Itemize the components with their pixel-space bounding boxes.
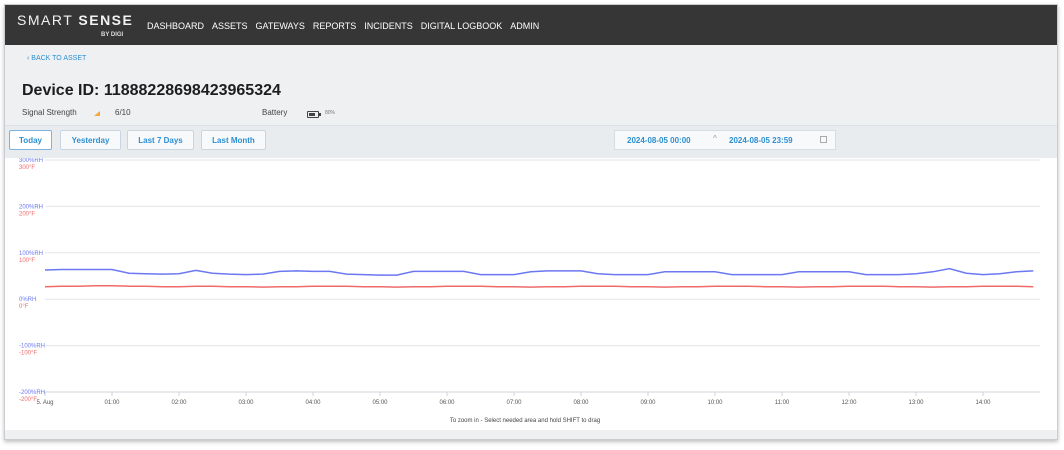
last-7-days-button[interactable]: Last 7 Days [127, 130, 194, 150]
battery-label: Battery [262, 108, 288, 117]
x-tick-label: 10:00 [707, 400, 723, 406]
logo-text-light: SMART [17, 12, 73, 28]
nav-dashboard[interactable]: DASHBOARD [147, 21, 204, 31]
y-tick-label-temperature: 100°F [19, 258, 35, 264]
signal-strength-label: Signal Strength [22, 108, 77, 117]
x-tick-label: 5. Aug [36, 400, 53, 406]
back-to-asset-link[interactable]: ‹ BACK TO ASSET [27, 55, 86, 62]
logo-text-bold: SENSE [78, 12, 134, 28]
nav-gateways[interactable]: GATEWAYS [256, 21, 305, 31]
x-tick-label: 07:00 [506, 400, 522, 406]
nav-reports[interactable]: REPORTS [313, 21, 356, 31]
calendar-icon[interactable] [820, 136, 827, 143]
top-navigation-bar: SMART SENSE BY DIGI DASHBOARD ASSETS GAT… [5, 5, 1057, 45]
back-to-asset-label: BACK TO ASSET [31, 55, 87, 62]
x-tick-label: 01:00 [104, 400, 120, 406]
signal-strength-value: 6/10 [115, 108, 131, 117]
date-range-end[interactable]: 2024-08-05 23:59 [729, 136, 793, 145]
smartsense-logo[interactable]: SMART SENSE BY DIGI [17, 12, 134, 38]
date-range-picker[interactable]: 2024-08-05 00:00 ^ 2024-08-05 23:59 [614, 130, 836, 150]
humidity-series-line [44, 267, 1034, 276]
date-range-separator: ^ [713, 134, 717, 143]
sensor-chart[interactable]: 300%RH300°F 200%RH200°F 100%RH100°F 0%RH0°F… [5, 158, 1057, 430]
y-tick-label-humidity: 200%RH [19, 204, 43, 210]
x-tick-label: 03:00 [238, 400, 254, 406]
last-month-button[interactable]: Last Month [201, 130, 266, 150]
chart-panel[interactable]: 300%RH 300°F 200%RH 200°F 100%RH 100°F 0%RH 0°F… [5, 158, 1057, 430]
x-tick-label: 06:00 [439, 400, 455, 406]
zoom-hint: To zoom in - Select needed area and hold… [450, 418, 600, 424]
nav-assets[interactable]: ASSETS [212, 21, 248, 31]
x-tick-label: 13:00 [908, 400, 924, 406]
x-tick-label: 14:00 [975, 400, 991, 406]
x-tick-label: 11:00 [775, 400, 790, 406]
temperature-series-line [44, 284, 1034, 288]
nav-admin[interactable]: ADMIN [510, 21, 539, 31]
signal-strength-icon [94, 111, 100, 116]
y-tick-label-humidity: -100%RH [19, 344, 45, 350]
today-button[interactable]: Today [9, 130, 52, 150]
y-tick-label-humidity: -200%RH [19, 390, 45, 396]
y-tick-label-temperature: 200°F [19, 211, 35, 217]
nav-incidents[interactable]: INCIDENTS [364, 21, 413, 31]
main-nav: DASHBOARD ASSETS GATEWAYS REPORTS INCIDE… [147, 21, 539, 31]
y-tick-label-temperature: 300°F [19, 165, 35, 171]
device-title: Device ID: 118882286984239653​24 [22, 82, 281, 99]
y-tick-label-temperature: -100°F [19, 351, 37, 357]
nav-digital-logbook[interactable]: DIGITAL LOGBOOK [421, 21, 503, 31]
battery-icon [307, 111, 321, 118]
x-tick-label: 04:00 [305, 400, 321, 406]
y-tick-label-humidity: 0%RH [19, 297, 36, 303]
x-tick-label: 09:00 [640, 400, 656, 406]
date-range-start[interactable]: 2024-08-05 00:00 [627, 136, 691, 145]
app-window: SMART SENSE BY DIGI DASHBOARD ASSETS GAT… [4, 4, 1058, 440]
y-tick-label-humidity: 300%RH [19, 158, 43, 164]
x-tick-label: 08:00 [573, 400, 589, 406]
yesterday-button[interactable]: Yesterday [60, 130, 121, 150]
battery-level-fill [309, 113, 316, 116]
battery-value: 80% [325, 110, 336, 116]
y-tick-label-humidity: 100%RH [19, 251, 43, 257]
x-tick-label: 05:00 [372, 400, 388, 406]
y-tick-label-temperature: -200°F [19, 397, 37, 403]
y-tick-label-temperature: 0°F [19, 304, 29, 310]
x-tick-label: 02:00 [171, 400, 187, 406]
logo-subtext: BY DIGI [101, 32, 124, 38]
x-tick-label: 12:00 [841, 400, 857, 406]
